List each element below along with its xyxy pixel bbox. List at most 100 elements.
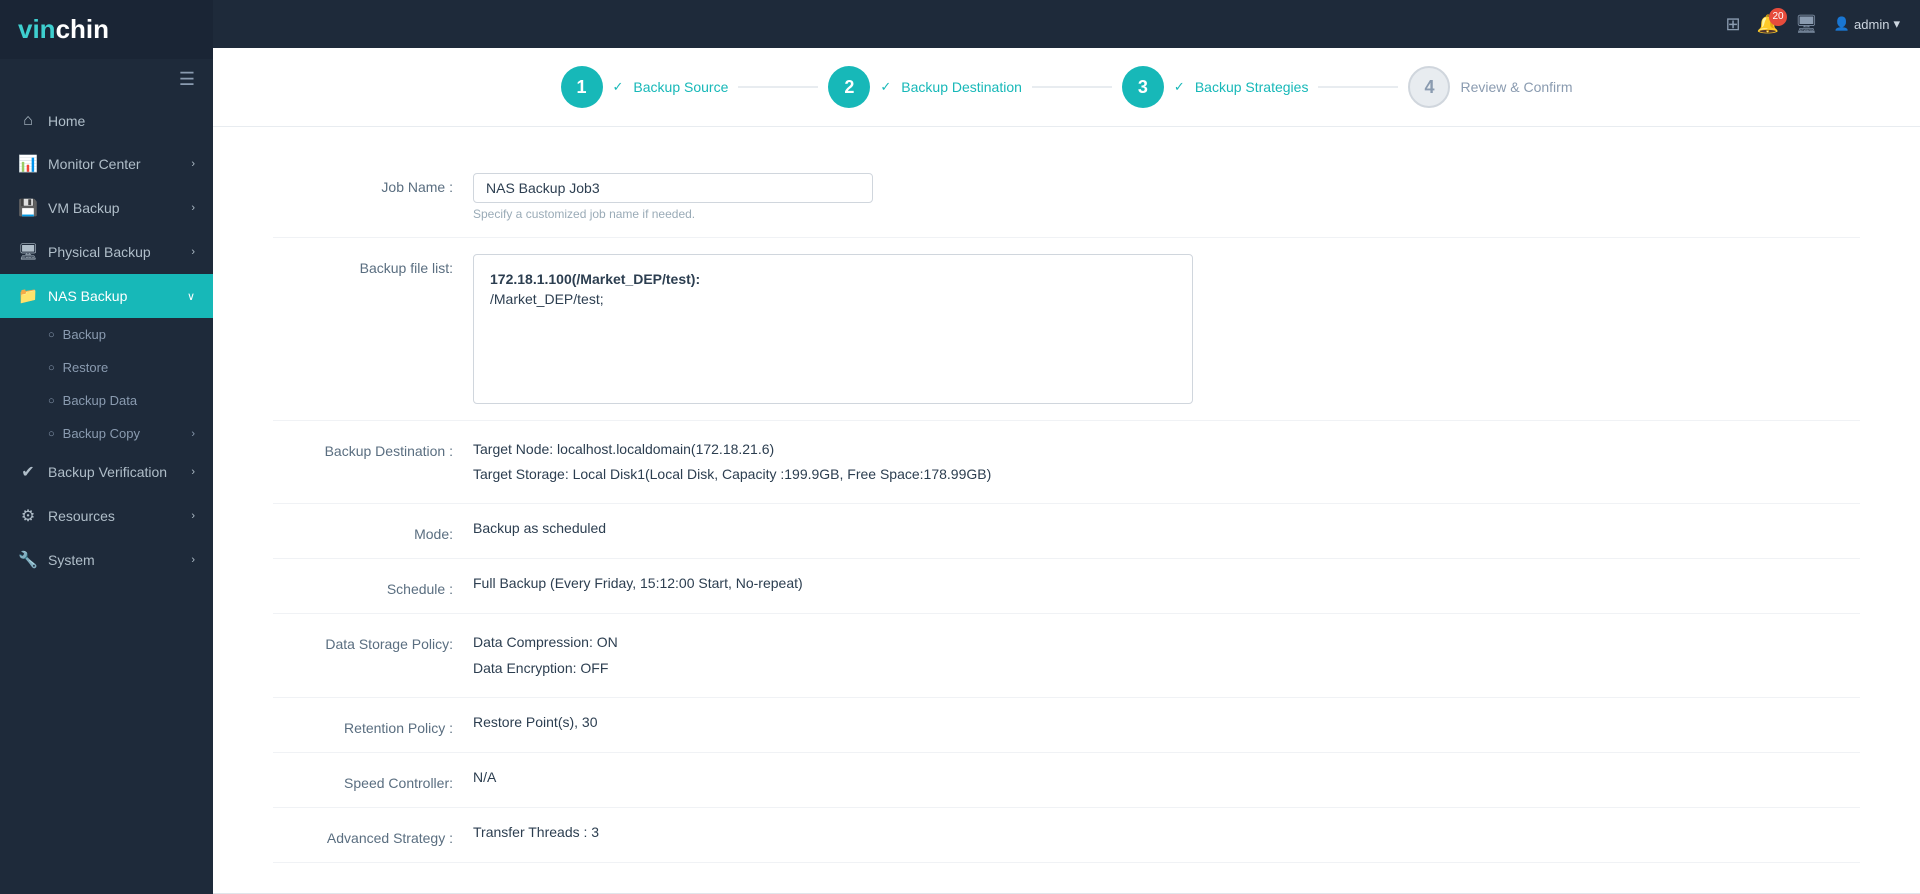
content-area: 1 ✓ Backup Source 2 ✓ Backup Destination… [213,48,1920,894]
speed-value: N/A [473,769,1860,785]
job-name-label: Job Name : [273,173,473,195]
speed-label: Speed Controller: [273,769,473,791]
step3-check: ✓ [1174,79,1185,95]
sidebar-item-nas-backup[interactable]: 📁 NAS Backup ∨ [0,274,213,318]
data-storage-value: Data Compression: ON Data Encryption: OF… [473,630,1860,680]
chevron-right-icon: › [191,554,195,566]
chevron-right-icon: › [191,246,195,258]
chevron-down-icon: ▾ [1893,16,1900,32]
circle-icon: ○ [48,362,55,374]
data-storage-line2: Data Encryption: OFF [473,656,1860,681]
form-area: Job Name : Specify a customized job name… [213,127,1920,893]
step4-circle: 4 [1408,66,1450,108]
sidebar-item-vm-backup[interactable]: 💾 VM Backup › [0,186,213,230]
wizard-step-2: 2 ✓ Backup Destination [828,66,1022,108]
backup-file-list-row: Backup file list: 172.18.1.100(/Market_D… [273,238,1860,421]
mode-value: Backup as scheduled [473,520,1860,536]
physical-backup-icon: 🖥 [18,242,38,262]
sidebar-item-backup-copy[interactable]: ○ Backup Copy › [0,417,213,450]
advanced-value: Transfer Threads : 3 [473,824,1860,840]
logo: vinchin [0,0,213,59]
connector-1 [738,86,818,88]
job-name-value: Specify a customized job name if needed. [473,173,1860,221]
job-name-hint: Specify a customized job name if needed. [473,207,1860,221]
step3-circle: 3 [1122,66,1164,108]
backup-verification-icon: ✔ [18,462,38,482]
chevron-right-icon: › [191,158,195,170]
vm-backup-icon: 💾 [18,198,38,218]
job-name-input[interactable] [473,173,873,203]
sidebar-label-monitor-center: Monitor Center [48,156,141,172]
step2-circle: 2 [828,66,870,108]
sidebar-item-monitor-center[interactable]: 📊 Monitor Center › [0,142,213,186]
sidebar-label-backup-verification: Backup Verification [48,464,167,480]
step2-check: ✓ [880,79,891,95]
sidebar-item-backup-data[interactable]: ○ Backup Data [0,384,213,417]
step1-check: ✓ [613,79,624,95]
file-list-box: 172.18.1.100(/Market_DEP/test): /Market_… [473,254,1193,404]
backup-destination-value: Target Node: localhost.localdomain(172.1… [473,437,1860,487]
sidebar-item-system[interactable]: 🔧 System › [0,538,213,582]
step1-label: Backup Source [633,79,728,95]
user-menu[interactable]: 👤 admin ▾ [1834,16,1900,32]
circle-icon: ○ [48,329,55,341]
file-list-header: 172.18.1.100(/Market_DEP/test): [490,271,1176,287]
step1-circle: 1 [561,66,603,108]
sidebar-item-physical-backup[interactable]: 🖥 Physical Backup › [0,230,213,274]
sidebar-label-restore: Restore [63,360,109,375]
sidebar-item-backup-verification[interactable]: ✔ Backup Verification › [0,450,213,494]
chevron-right-icon: › [191,202,195,214]
dest-line2: Target Storage: Local Disk1(Local Disk, … [473,462,1860,487]
dest-line1: Target Node: localhost.localdomain(172.1… [473,437,1860,462]
job-name-row: Job Name : Specify a customized job name… [273,157,1860,238]
chevron-down-icon: ∨ [187,290,195,303]
menu-toggle[interactable]: ☰ [0,59,213,100]
schedule-row: Schedule : Full Backup (Every Friday, 15… [273,559,1860,614]
chevron-right-icon: › [191,428,195,440]
backup-destination-label: Backup Destination : [273,437,473,459]
mode-row: Mode: Backup as scheduled [273,504,1860,559]
sidebar-label-backup-copy: Backup Copy [63,426,140,441]
connector-3 [1318,86,1398,88]
data-storage-row: Data Storage Policy: Data Compression: O… [273,614,1860,697]
retention-value: Restore Point(s), 30 [473,714,1860,730]
sidebar-label-backup-data: Backup Data [63,393,137,408]
topbar: ⊞ 🔔 20 🖥 👤 admin ▾ [213,0,1920,48]
sidebar-label-physical-backup: Physical Backup [48,244,151,260]
schedule-label: Schedule : [273,575,473,597]
sidebar-label-home: Home [48,113,85,129]
home-icon: ⌂ [18,112,38,130]
bell-button[interactable]: 🔔 20 [1757,14,1779,35]
grid-icon[interactable]: ⊞ [1725,14,1740,35]
main-area: ⊞ 🔔 20 🖥 👤 admin ▾ 1 ✓ Backup Source [213,0,1920,894]
user-icon: 👤 [1834,16,1850,32]
sidebar: vinchin ☰ ⌂ Home 📊 Monitor Center › 💾 VM… [0,0,213,894]
retention-row: Retention Policy : Restore Point(s), 30 [273,698,1860,753]
sidebar-label-backup: Backup [63,327,106,342]
connector-2 [1032,86,1112,88]
sidebar-item-resources[interactable]: ⚙ Resources › [0,494,213,538]
wizard-bar: 1 ✓ Backup Source 2 ✓ Backup Destination… [213,48,1920,127]
wizard-step-4: 4 Review & Confirm [1408,66,1572,108]
advanced-label: Advanced Strategy : [273,824,473,846]
data-storage-line1: Data Compression: ON [473,630,1860,655]
sidebar-item-restore[interactable]: ○ Restore [0,351,213,384]
notification-badge: 20 [1769,8,1787,26]
step4-label: Review & Confirm [1460,79,1572,95]
data-storage-label: Data Storage Policy: [273,630,473,652]
resources-icon: ⚙ [18,506,38,526]
sidebar-label-system: System [48,552,95,568]
wizard-step-1: 1 ✓ Backup Source [561,66,729,108]
sidebar-label-vm-backup: VM Backup [48,200,120,216]
sidebar-item-backup[interactable]: ○ Backup [0,318,213,351]
user-label: admin [1854,17,1889,32]
schedule-value: Full Backup (Every Friday, 15:12:00 Star… [473,575,1860,591]
chevron-right-icon: › [191,510,195,522]
backup-file-list-label: Backup file list: [273,254,473,276]
sidebar-item-home[interactable]: ⌂ Home [0,100,213,142]
display-icon[interactable]: 🖥 [1795,14,1818,35]
speed-row: Speed Controller: N/A [273,753,1860,808]
system-icon: 🔧 [18,550,38,570]
monitor-center-icon: 📊 [18,154,38,174]
nas-backup-icon: 📁 [18,286,38,306]
